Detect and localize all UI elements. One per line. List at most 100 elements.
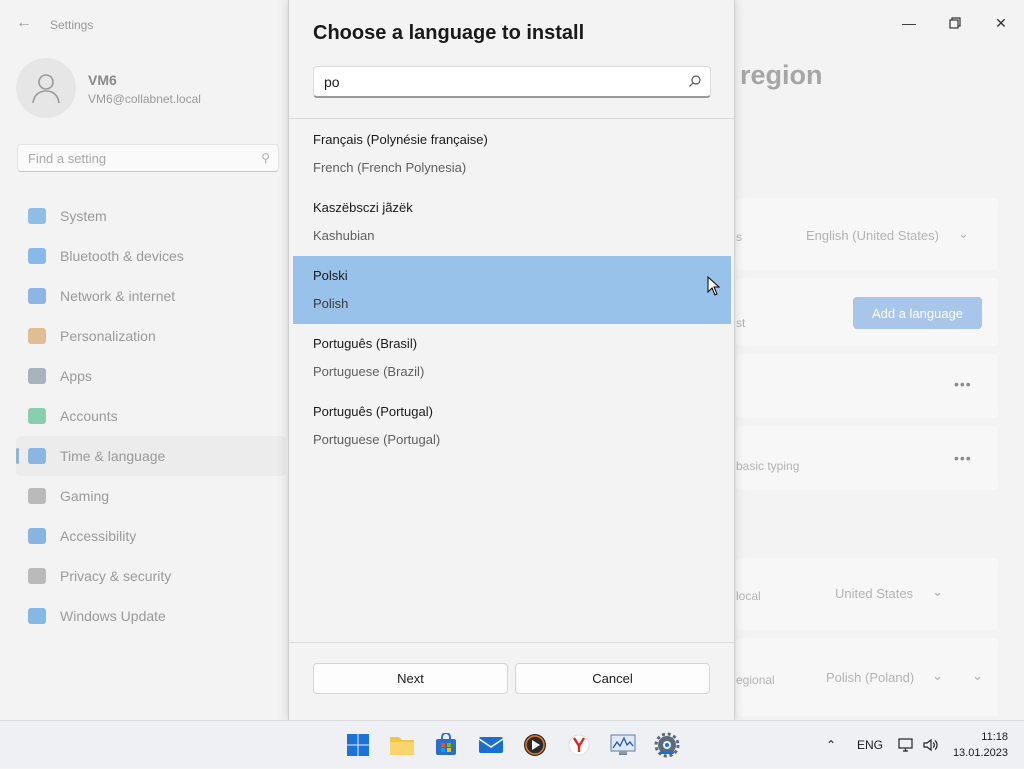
basic-typing-text: basic typing (736, 459, 800, 473)
yandex-browser-icon[interactable] (566, 732, 592, 758)
nav-icon (28, 208, 46, 224)
country-card: local United States ⌄ (736, 558, 998, 630)
volume-icon[interactable] (922, 721, 940, 769)
display-language-card: s English (United States) ⌄ (736, 198, 998, 270)
window-title: Settings (50, 18, 94, 32)
language-option[interactable]: Kaszëbsczi jãzëk Kashubian (293, 188, 731, 256)
search-icon: ⚲ (261, 151, 270, 165)
sidebar-item-label: Gaming (60, 488, 110, 504)
user-email: VM6@collabnet.local (88, 92, 201, 106)
nav-icon (28, 528, 46, 544)
search-icon (689, 75, 701, 87)
input-language[interactable]: ENG (857, 721, 883, 769)
user-icon (32, 74, 60, 104)
language-search-input[interactable]: po (313, 66, 711, 98)
nav-icon (28, 248, 46, 264)
country-value[interactable]: United States (835, 586, 913, 601)
language-option[interactable]: Français (Polynésie française) French (Fr… (293, 120, 731, 188)
sidebar-item-accessibility[interactable]: Accessibility (16, 516, 286, 556)
nav-icon (28, 448, 46, 464)
sidebar-item-windows-update[interactable]: Windows Update (16, 596, 286, 636)
language-option[interactable]: Português (Brasil) Portuguese (Brazil) (293, 324, 731, 392)
clock-date: 13.01.2023 (952, 747, 1008, 759)
store-icon[interactable] (433, 732, 459, 758)
card-label-fragment: st (736, 316, 746, 330)
performance-monitor-icon[interactable] (610, 732, 636, 758)
sidebar-item-bluetooth-devices[interactable]: Bluetooth & devices (16, 236, 286, 276)
expand-chevron-icon[interactable]: ⌄ (972, 668, 983, 684)
start-icon[interactable] (345, 732, 371, 758)
cancel-button[interactable]: Cancel (515, 663, 710, 694)
nav-icon (28, 288, 46, 304)
sidebar-item-apps[interactable]: Apps (16, 356, 286, 396)
display-language-value[interactable]: English (United States) (806, 228, 939, 243)
sidebar-item-accounts[interactable]: Accounts (16, 396, 286, 436)
chevron-down-icon: ⌄ (932, 584, 943, 599)
find-setting-placeholder: Find a setting (28, 151, 107, 166)
nav-icon (28, 368, 46, 384)
language-option[interactable]: Português (Portugal) Portuguese (Portugal… (293, 392, 731, 460)
sidebar-item-label: Apps (60, 368, 92, 384)
nav-icon (28, 568, 46, 584)
sidebar-item-privacy-security[interactable]: Privacy & security (16, 556, 286, 596)
restore-icon (949, 17, 961, 29)
network-icon[interactable] (898, 721, 916, 769)
dialog-title: Choose a language to install (313, 22, 585, 44)
language-english-name: Polish (313, 296, 349, 311)
nav-icon (28, 408, 46, 424)
language-row-card: basic typing ••• (736, 426, 998, 490)
chevron-down-icon: ⌄ (932, 668, 943, 683)
media-player-icon[interactable] (522, 732, 548, 758)
mail-icon[interactable] (478, 732, 504, 758)
back-arrow-icon[interactable]: ← (16, 14, 34, 32)
sidebar-item-label: Accessibility (60, 528, 137, 544)
close-button[interactable]: ✕ (978, 8, 1024, 38)
restore-button[interactable] (932, 8, 978, 38)
find-setting-input[interactable]: Find a setting ⚲ (17, 144, 279, 172)
sidebar-item-time-language[interactable]: Time & language (16, 436, 286, 476)
divider (289, 118, 734, 119)
choose-language-dialog: Choose a language to install po Français… (288, 0, 735, 720)
language-row-card: ••• (736, 354, 998, 418)
language-english-name: Portuguese (Brazil) (313, 364, 425, 379)
clock[interactable]: 11:18 13.01.2023 (953, 729, 1008, 761)
sidebar-item-label: Accounts (60, 408, 118, 424)
sidebar-item-personalization[interactable]: Personalization (16, 316, 286, 356)
settings-gear-icon[interactable] (654, 732, 680, 758)
minimize-button[interactable]: — (886, 8, 932, 38)
sidebar-item-system[interactable]: System (16, 196, 286, 236)
add-language-button[interactable]: Add a language (853, 297, 982, 329)
sidebar-item-label: System (60, 208, 107, 224)
sidebar-item-label: Bluetooth & devices (60, 248, 184, 264)
language-native-name: Polski (313, 268, 348, 283)
nav-icon (28, 488, 46, 504)
nav-icon (28, 608, 46, 624)
sidebar-item-label: Privacy & security (60, 568, 172, 584)
language-native-name: Português (Brasil) (313, 336, 418, 351)
card-label-fragment: s (736, 230, 742, 244)
sidebar-item-network-internet[interactable]: Network & internet (16, 276, 286, 316)
file-explorer-icon[interactable] (389, 732, 415, 758)
active-indicator (660, 751, 674, 754)
card-label-fragment: egional (736, 673, 775, 687)
more-options-icon[interactable]: ••• (954, 450, 972, 466)
avatar[interactable] (16, 58, 76, 118)
chevron-down-icon: ⌄ (958, 226, 969, 241)
clock-time: 11:18 (981, 731, 1008, 743)
sidebar-item-label: Network & internet (60, 288, 176, 304)
language-native-name: Kaszëbsczi jãzëk (313, 200, 413, 215)
divider (289, 642, 734, 643)
mouse-cursor-icon (707, 276, 721, 296)
language-option[interactable]: Polski Polish (293, 256, 731, 324)
user-name: VM6 (88, 72, 117, 88)
regional-format-value[interactable]: Polish (Poland) (826, 670, 914, 685)
more-options-icon[interactable]: ••• (954, 376, 972, 392)
next-button[interactable]: Next (313, 663, 508, 694)
language-english-name: French (French Polynesia) (313, 160, 467, 175)
card-label-fragment: local (736, 589, 761, 603)
show-hidden-icons-icon[interactable]: ⌃ (826, 721, 836, 769)
language-list: Français (Polynésie française) French (Fr… (293, 120, 731, 460)
sidebar-item-gaming[interactable]: Gaming (16, 476, 286, 516)
sidebar-item-label: Windows Update (60, 608, 166, 624)
language-english-name: Portuguese (Portugal) (313, 432, 441, 447)
